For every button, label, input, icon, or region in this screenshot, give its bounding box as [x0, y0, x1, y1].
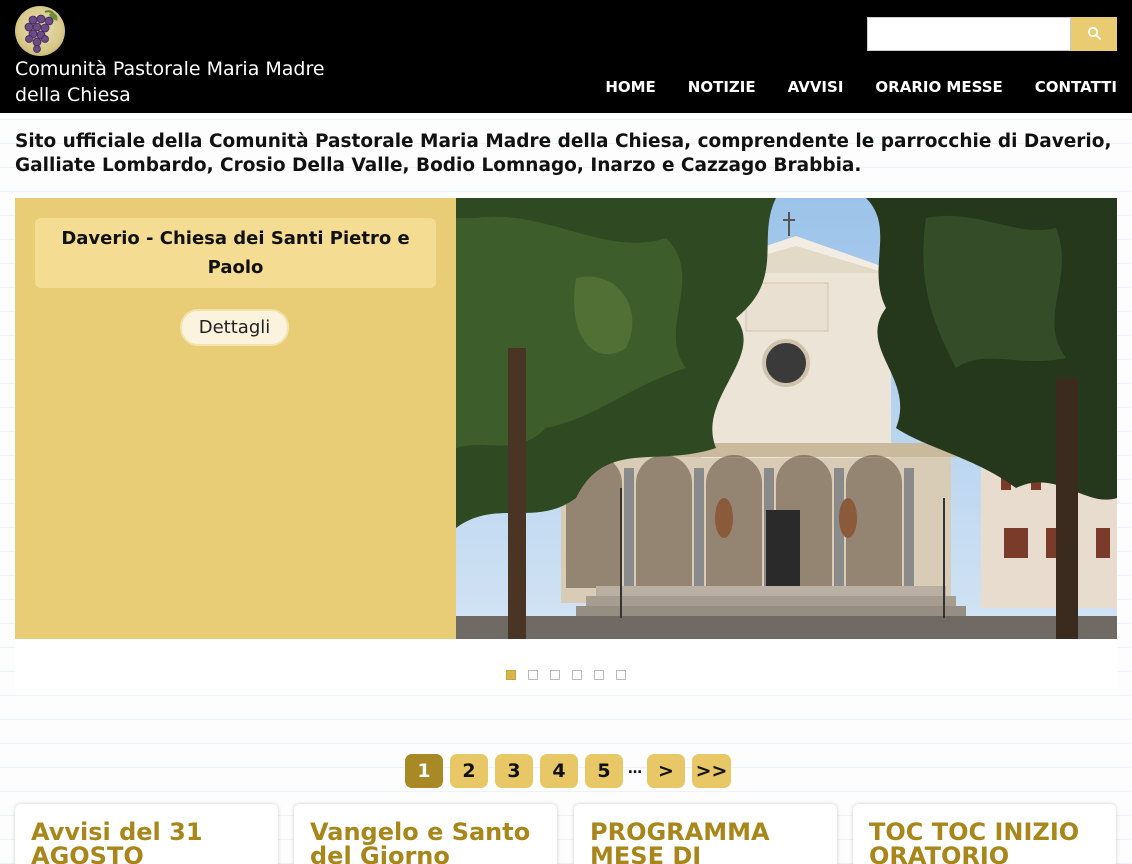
next-page-button[interactable]: >: [647, 754, 685, 788]
pagination: 1 2 3 4 5 … > >>: [405, 754, 738, 788]
grapes-logo[interactable]: [15, 6, 65, 56]
details-button[interactable]: Dettagli: [180, 309, 289, 346]
page-button-4[interactable]: 4: [540, 754, 578, 788]
nav-notizie[interactable]: NOTIZIE: [688, 74, 756, 100]
news-card[interactable]: PROGRAMMA MESE DI SETTEMBRE 25: [574, 804, 837, 864]
nav-contatti[interactable]: CONTATTI: [1035, 74, 1117, 100]
news-card[interactable]: Avvisi del 31 AGOSTO: [15, 804, 278, 864]
nav-avvisi[interactable]: AVVISI: [788, 74, 844, 100]
church-photo[interactable]: [456, 198, 1117, 639]
card-title[interactable]: PROGRAMMA MESE DI SETTEMBRE 25: [590, 820, 821, 864]
nav-orario-messe[interactable]: ORARIO MESSE: [875, 74, 1002, 100]
site-header: Comunità Pastorale Maria Madre della Chi…: [0, 0, 1132, 113]
slide-caption: Daverio - Chiesa dei Santi Pietro e Paol…: [35, 218, 436, 288]
nav-home[interactable]: HOME: [605, 74, 655, 100]
card-title[interactable]: TOC TOC INIZIO ORATORIO ESTIVO: [869, 820, 1100, 864]
slide-caption-panel: Daverio - Chiesa dei Santi Pietro e Paol…: [15, 198, 456, 639]
site-title[interactable]: Comunità Pastorale Maria Madre della Chi…: [15, 56, 355, 108]
news-card[interactable]: TOC TOC INIZIO ORATORIO ESTIVO: [853, 804, 1116, 864]
main-nav: HOME NOTIZIE AVVISI ORARIO MESSE CONTATT…: [600, 74, 1117, 100]
card-title[interactable]: Vangelo e Santo del Giorno: [310, 820, 541, 864]
slider-dot-4[interactable]: [572, 670, 582, 680]
card-title[interactable]: Avvisi del 31 AGOSTO: [31, 820, 262, 864]
slider-dot-1[interactable]: [506, 670, 516, 680]
page-button-2[interactable]: 2: [450, 754, 488, 788]
search-input[interactable]: [867, 17, 1071, 51]
page-button-3[interactable]: 3: [495, 754, 533, 788]
slider-dot-2[interactable]: [528, 670, 538, 680]
slider-dot-5[interactable]: [594, 670, 604, 680]
search-icon: [1087, 26, 1101, 43]
page-ellipsis: …: [628, 761, 642, 777]
slider-dot-3[interactable]: [550, 670, 560, 680]
last-page-button[interactable]: >>: [692, 754, 731, 788]
slider-dot-6[interactable]: [616, 670, 626, 680]
search-button[interactable]: [1071, 17, 1117, 51]
page-button-1[interactable]: 1: [405, 754, 443, 788]
intro-text: Sito ufficiale della Comunità Pastorale …: [15, 131, 1112, 176]
slider-dots: [15, 639, 1117, 689]
hero-slider: Daverio - Chiesa dei Santi Pietro e Paol…: [15, 198, 1117, 639]
news-card[interactable]: Vangelo e Santo del Giorno: [294, 804, 557, 864]
page-button-5[interactable]: 5: [585, 754, 623, 788]
